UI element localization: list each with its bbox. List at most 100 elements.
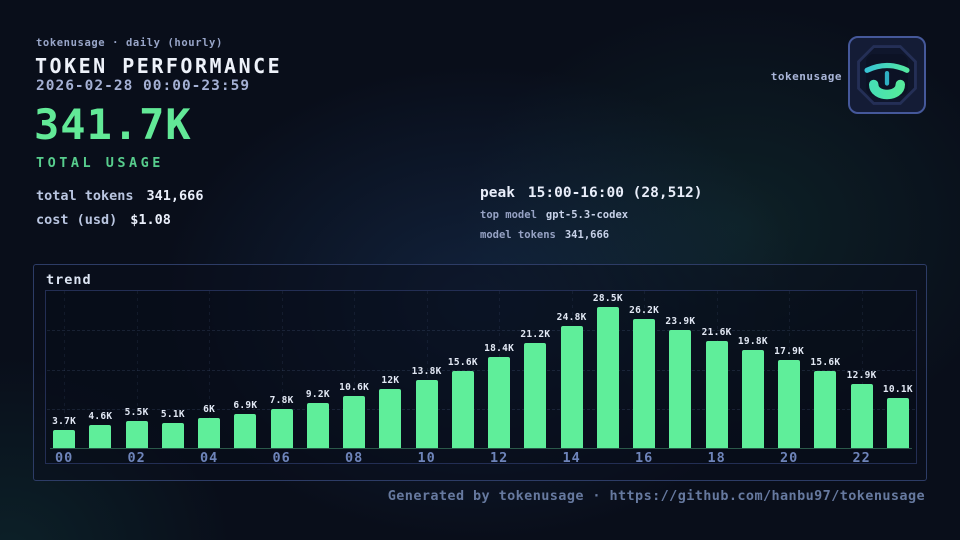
- x-tick-00: 00: [46, 450, 82, 468]
- bar-07: [307, 403, 329, 448]
- bar-value-label-14: 24.8K: [557, 312, 587, 323]
- bar-slot-03: 5.1K: [155, 291, 191, 448]
- bar-slot-09: 12K: [372, 291, 408, 448]
- trend-panel-title: trend: [46, 272, 92, 288]
- bar-value-label-12: 18.4K: [484, 343, 514, 354]
- bar-05: [234, 414, 256, 448]
- bar-18: [706, 341, 728, 448]
- bar-slot-16: 26.2K: [626, 291, 662, 448]
- x-tick-21: [807, 450, 843, 468]
- date-range: 2026-02-28 00:00-23:59: [36, 78, 250, 94]
- breadcrumb-meta: tokenusage · daily (hourly): [36, 37, 223, 49]
- x-tick-17: [662, 450, 698, 468]
- stat-label: top model: [480, 209, 537, 221]
- stat-label: model tokens: [480, 229, 556, 241]
- bar-value-label-15: 28.5K: [593, 293, 623, 304]
- token-smile-icon: [850, 38, 924, 112]
- stat-cost: cost (usd) $1.08: [36, 212, 171, 228]
- bar-02: [126, 421, 148, 448]
- bar-slot-12: 18.4K: [481, 291, 517, 448]
- bar-12: [488, 357, 510, 448]
- x-tick-19: [735, 450, 771, 468]
- bar-slot-07: 9.2K: [300, 291, 336, 448]
- bar-slot-10: 13.8K: [409, 291, 445, 448]
- stat-top-model: top model gpt-5.3-codex: [480, 209, 628, 221]
- stat-value: 341,666: [565, 229, 609, 241]
- x-axis-baseline: [50, 448, 912, 449]
- x-tick-18: 18: [699, 450, 735, 468]
- bar-value-label-22: 12.9K: [847, 370, 877, 381]
- bar-17: [669, 330, 691, 448]
- footer-credit: Generated by tokenusage · https://github…: [388, 488, 925, 504]
- x-tick-07: [300, 450, 336, 468]
- stat-value: 15:00-16:00 (28,512): [528, 185, 703, 201]
- stat-total-tokens: total tokens 341,666: [36, 188, 203, 204]
- bar-08: [343, 396, 365, 448]
- bar-slot-17: 23.9K: [662, 291, 698, 448]
- stat-label: peak: [480, 185, 515, 201]
- stat-peak: peak 15:00-16:00 (28,512): [480, 185, 703, 201]
- bar-slot-08: 10.6K: [336, 291, 372, 448]
- bar-10: [416, 380, 438, 448]
- x-tick-01: [82, 450, 118, 468]
- bar-value-label-11: 15.6K: [448, 357, 478, 368]
- bar-slot-20: 17.9K: [771, 291, 807, 448]
- stat-value: $1.08: [130, 212, 171, 228]
- bar-11: [452, 371, 474, 448]
- bar-value-label-08: 10.6K: [339, 382, 369, 393]
- stat-value: gpt-5.3-codex: [546, 209, 628, 221]
- bar-21: [814, 371, 836, 448]
- x-tick-14: 14: [554, 450, 590, 468]
- bar-00: [53, 430, 75, 448]
- x-tick-06: 06: [264, 450, 300, 468]
- bar-15: [597, 307, 619, 448]
- bar-slot-14: 24.8K: [554, 291, 590, 448]
- bar-slot-18: 21.6K: [699, 291, 735, 448]
- bar-value-label-03: 5.1K: [161, 409, 185, 420]
- bar-03: [162, 423, 184, 448]
- bar-slot-22: 12.9K: [844, 291, 880, 448]
- x-tick-02: 02: [119, 450, 155, 468]
- bar-slot-21: 15.6K: [807, 291, 843, 448]
- bar-value-label-21: 15.6K: [810, 357, 840, 368]
- x-tick-10: 10: [409, 450, 445, 468]
- bar-value-label-00: 3.7K: [52, 416, 76, 427]
- bar-slot-02: 5.5K: [119, 291, 155, 448]
- total-usage-label: TOTAL USAGE: [36, 155, 164, 171]
- bar-19: [742, 350, 764, 448]
- bar-14: [561, 326, 583, 448]
- bar-value-label-10: 13.8K: [412, 366, 442, 377]
- bar-value-label-01: 4.6K: [88, 411, 112, 422]
- x-tick-23: [880, 450, 916, 468]
- bar-slot-15: 28.5K: [590, 291, 626, 448]
- bar-04: [198, 418, 220, 448]
- bar-13: [524, 343, 546, 448]
- app-logo: [848, 36, 926, 114]
- bar-slot-00: 3.7K: [46, 291, 82, 448]
- page-title: TOKEN PERFORMANCE: [35, 54, 282, 78]
- bar-value-label-23: 10.1K: [883, 384, 913, 395]
- bar-slot-23: 10.1K: [880, 291, 916, 448]
- x-tick-22: 22: [844, 450, 880, 468]
- bar-chart-plot: 3.7K4.6K5.5K5.1K6K6.9K7.8K9.2K10.6K12K13…: [45, 290, 917, 464]
- bar-slot-11: 15.6K: [445, 291, 481, 448]
- bars-row: 3.7K4.6K5.5K5.1K6K6.9K7.8K9.2K10.6K12K13…: [46, 291, 916, 448]
- x-tick-09: [372, 450, 408, 468]
- bar-slot-04: 6K: [191, 291, 227, 448]
- footer-repo-link[interactable]: https://github.com/hanbu97/tokenusage: [609, 488, 925, 504]
- bar-23: [887, 398, 909, 448]
- x-tick-03: [155, 450, 191, 468]
- bar-value-label-05: 6.9K: [233, 400, 257, 411]
- bar-value-label-19: 19.8K: [738, 336, 768, 347]
- bar-value-label-02: 5.5K: [125, 407, 149, 418]
- bar-09: [379, 389, 401, 448]
- bar-value-label-09: 12K: [381, 375, 399, 386]
- x-tick-15: [590, 450, 626, 468]
- bar-20: [778, 360, 800, 448]
- brand-name: tokenusage: [771, 70, 842, 83]
- footer-prefix: Generated by tokenusage ·: [388, 488, 610, 504]
- bar-value-label-17: 23.9K: [665, 316, 695, 327]
- x-tick-12: 12: [481, 450, 517, 468]
- bar-value-label-20: 17.9K: [774, 346, 804, 357]
- bar-slot-01: 4.6K: [82, 291, 118, 448]
